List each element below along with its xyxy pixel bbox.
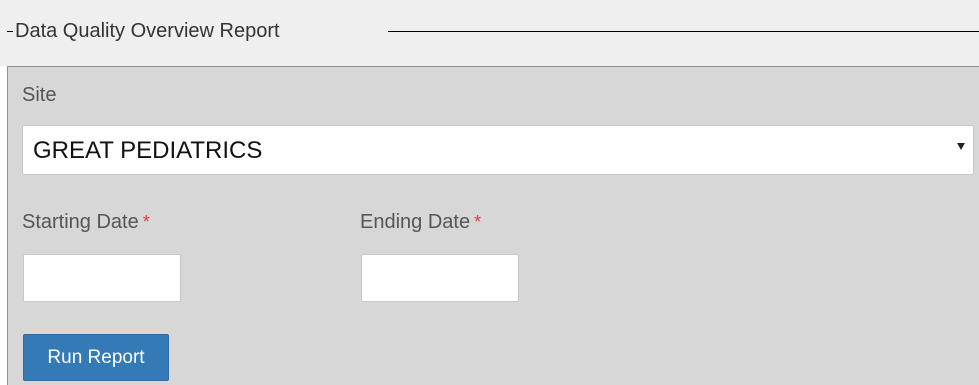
starting-date-required-marker: *: [142, 212, 150, 232]
ending-date-label: Ending Date *: [360, 210, 481, 234]
caret-down-icon: [957, 143, 965, 150]
legend-line-left: [7, 31, 13, 32]
run-report-button[interactable]: Run Report: [23, 334, 169, 381]
report-form-panel: Site GREAT PEDIATRICS Starting Date * End…: [7, 66, 979, 385]
starting-date-label-text: Starting Date: [22, 211, 139, 233]
report-legend: Data Quality Overview Report: [0, 0, 979, 66]
ending-date-input[interactable]: [361, 254, 519, 302]
ending-date-label-text: Ending Date: [360, 211, 471, 233]
site-label: Site: [22, 84, 57, 106]
starting-date-input[interactable]: [23, 254, 181, 302]
site-select-value: GREAT PEDIATRICS: [33, 137, 263, 164]
legend-line-right: [388, 31, 979, 32]
starting-date-label: Starting Date *: [22, 210, 150, 234]
report-title: Data Quality Overview Report: [15, 20, 280, 42]
site-select[interactable]: GREAT PEDIATRICS: [22, 125, 974, 175]
ending-date-required-marker: *: [474, 212, 482, 232]
